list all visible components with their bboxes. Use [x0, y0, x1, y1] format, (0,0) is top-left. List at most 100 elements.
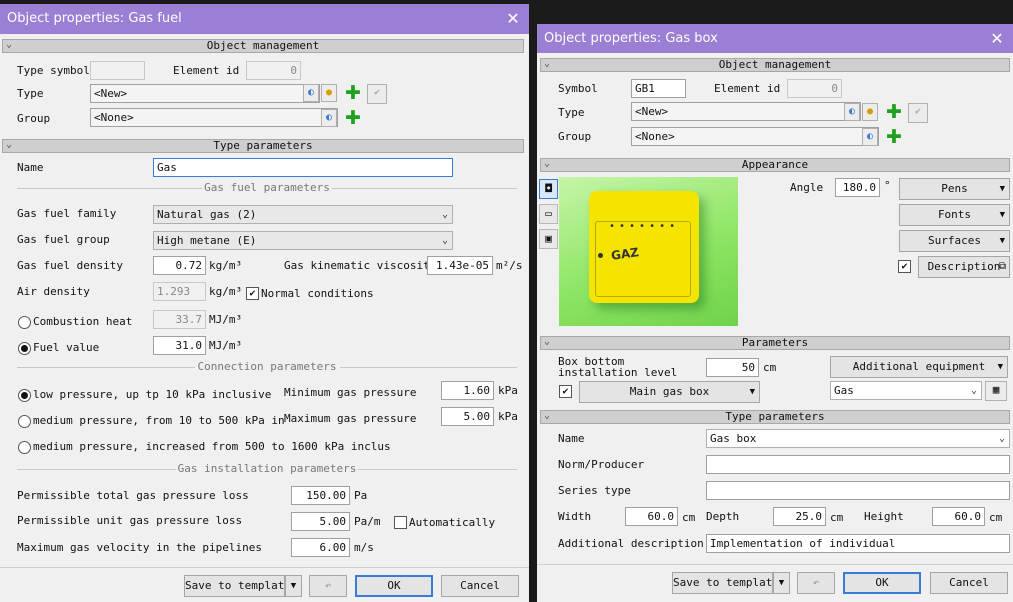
depth-unit: cm	[830, 511, 844, 524]
group-label: Group	[17, 112, 51, 125]
medium-increased-pressure-radio[interactable]	[18, 441, 31, 454]
add-group-button[interactable]: ✚	[343, 108, 363, 128]
type-symbol-field	[90, 61, 145, 80]
gas-fuel-group-select[interactable]: High metane (E) ⌄	[153, 231, 453, 250]
bulb-icon[interactable]: ●	[862, 103, 878, 121]
section-parameters[interactable]: ⌄ Parameters	[540, 336, 1010, 350]
ok-button[interactable]: OK	[843, 572, 921, 594]
close-icon[interactable]: ✕	[503, 4, 523, 34]
save-to-template-button[interactable]: Save to template	[672, 572, 779, 594]
air-density-unit: kg/m³	[209, 285, 243, 298]
add-group-button[interactable]: ✚	[884, 127, 904, 147]
save-to-template-button[interactable]: Save to template	[184, 575, 291, 597]
installation-level-label: installation level	[558, 366, 678, 379]
unit-loss-input[interactable]: 5.00	[291, 512, 350, 531]
surfaces-button[interactable]: Surfaces ▼	[899, 230, 1010, 252]
height-unit: cm	[989, 511, 1003, 524]
save-template-dropdown[interactable]: ▼	[285, 575, 302, 597]
settings-list-icon[interactable]: ▦	[985, 381, 1007, 401]
camera-icon[interactable]: ◘	[539, 179, 558, 199]
chevron-down-icon: ⌄	[544, 410, 551, 421]
cancel-button[interactable]: Cancel	[441, 575, 519, 597]
width-input[interactable]: 60.0	[625, 507, 678, 526]
max-velocity-input[interactable]: 6.00	[291, 538, 350, 557]
group-title: Gas installation parameters	[175, 462, 359, 475]
combustion-heat-unit: MJ/m³	[209, 313, 243, 326]
normal-conditions-checkbox[interactable]: ✔	[246, 287, 259, 300]
symbol-input[interactable]: GB1	[631, 79, 686, 98]
series-type-input[interactable]	[706, 481, 1010, 500]
browse-group-icon[interactable]: ◐	[321, 109, 337, 127]
automatically-checkbox[interactable]	[394, 516, 407, 529]
fuel-value-input[interactable]: 31.0	[153, 336, 206, 355]
gas-select[interactable]: Gas ⌄	[830, 381, 982, 400]
max-pressure-input[interactable]: 5.00	[441, 407, 494, 426]
section-type-parameters[interactable]: ⌄ Type parameters	[2, 139, 524, 153]
kinematic-viscosity-input[interactable]: 1.43e-05	[427, 256, 493, 275]
height-label: Height	[864, 510, 904, 523]
button-label: Surfaces	[928, 234, 981, 247]
norm-producer-input[interactable]	[706, 455, 1010, 474]
description-button[interactable]: Description ⧉	[918, 256, 1010, 278]
additional-equipment-button[interactable]: Additional equipment ▼	[830, 356, 1008, 378]
folder-icon[interactable]: ▭	[539, 204, 558, 224]
min-pressure-unit: kPa	[498, 384, 518, 397]
save-template-dropdown[interactable]: ▼	[773, 572, 790, 594]
undo-button[interactable]: ↶	[309, 575, 347, 597]
additional-description-input[interactable]: Implementation of individual	[706, 534, 1010, 553]
section-object-management[interactable]: ⌄ Object management	[540, 58, 1010, 72]
low-pressure-radio[interactable]	[18, 389, 31, 402]
description-checkbox[interactable]: ✔	[898, 260, 911, 273]
browse-type-icon[interactable]: ◐	[303, 84, 319, 102]
main-gas-box-button[interactable]: Main gas box ▼	[579, 381, 760, 403]
unit-loss-label: Permissible unit gas pressure loss	[17, 514, 243, 527]
min-pressure-input[interactable]: 1.60	[441, 381, 494, 400]
title-bar: Object properties: Gas fuel ✕	[0, 4, 529, 34]
browse-group-icon[interactable]: ◐	[862, 128, 878, 146]
ok-button[interactable]: OK	[355, 575, 433, 597]
name-input[interactable]: Gas	[153, 158, 453, 177]
group-field[interactable]: <None>	[90, 108, 338, 127]
name-select[interactable]: Gas box ⌄	[706, 429, 1010, 448]
height-input[interactable]: 60.0	[932, 507, 985, 526]
main-gas-box-checkbox[interactable]: ✔	[559, 385, 572, 398]
max-velocity-unit: m/s	[354, 541, 374, 554]
density-input[interactable]: 0.72	[153, 256, 206, 275]
check-icon[interactable]: ✔	[908, 103, 928, 123]
section-type-parameters[interactable]: ⌄ Type parameters	[540, 410, 1010, 424]
gas-box-3d: ••••••• GAZ	[589, 191, 699, 303]
group-field[interactable]: <None>	[631, 127, 879, 146]
add-type-button[interactable]: ✚	[343, 83, 363, 103]
box-bottom-unit: cm	[763, 361, 777, 374]
section-title: Type parameters	[213, 139, 313, 152]
section-title: Type parameters	[725, 410, 825, 423]
type-field[interactable]: <New>	[631, 102, 861, 121]
section-object-management[interactable]: ⌄ Object management	[2, 39, 524, 53]
close-icon[interactable]: ✕	[987, 24, 1007, 54]
fuel-value-radio[interactable]	[18, 342, 31, 355]
type-field[interactable]: <New>	[90, 84, 320, 103]
depth-input[interactable]: 25.0	[773, 507, 826, 526]
dialog-title: Object properties: Gas box	[544, 31, 718, 46]
add-type-button[interactable]: ✚	[884, 102, 904, 122]
cube-icon[interactable]: ▣	[539, 229, 558, 249]
pens-button[interactable]: Pens ▼	[899, 178, 1010, 200]
air-density-field: 1.293	[153, 282, 206, 301]
unit-loss-unit: Pa/m	[354, 515, 381, 528]
gas-fuel-family-select[interactable]: Natural gas (2) ⌄	[153, 205, 453, 224]
fonts-button[interactable]: Fonts ▼	[899, 204, 1010, 226]
section-appearance[interactable]: ⌄ Appearance	[540, 158, 1010, 172]
check-icon[interactable]: ✔	[367, 84, 387, 104]
undo-button[interactable]: ↶	[797, 572, 835, 594]
chevron-down-icon: ⌄	[970, 385, 977, 396]
medium-pressure-radio[interactable]	[18, 415, 31, 428]
combustion-heat-radio[interactable]	[18, 316, 31, 329]
depth-label: Depth	[706, 510, 740, 523]
total-loss-input[interactable]: 150.00	[291, 486, 350, 505]
box-bottom-input[interactable]: 50	[706, 358, 759, 377]
cancel-button[interactable]: Cancel	[930, 572, 1008, 594]
bulb-icon[interactable]: ●	[321, 84, 337, 102]
browse-type-icon[interactable]: ◐	[844, 103, 860, 121]
angle-input[interactable]: 180.0	[835, 178, 880, 197]
element-id-label: Element id	[714, 82, 781, 95]
